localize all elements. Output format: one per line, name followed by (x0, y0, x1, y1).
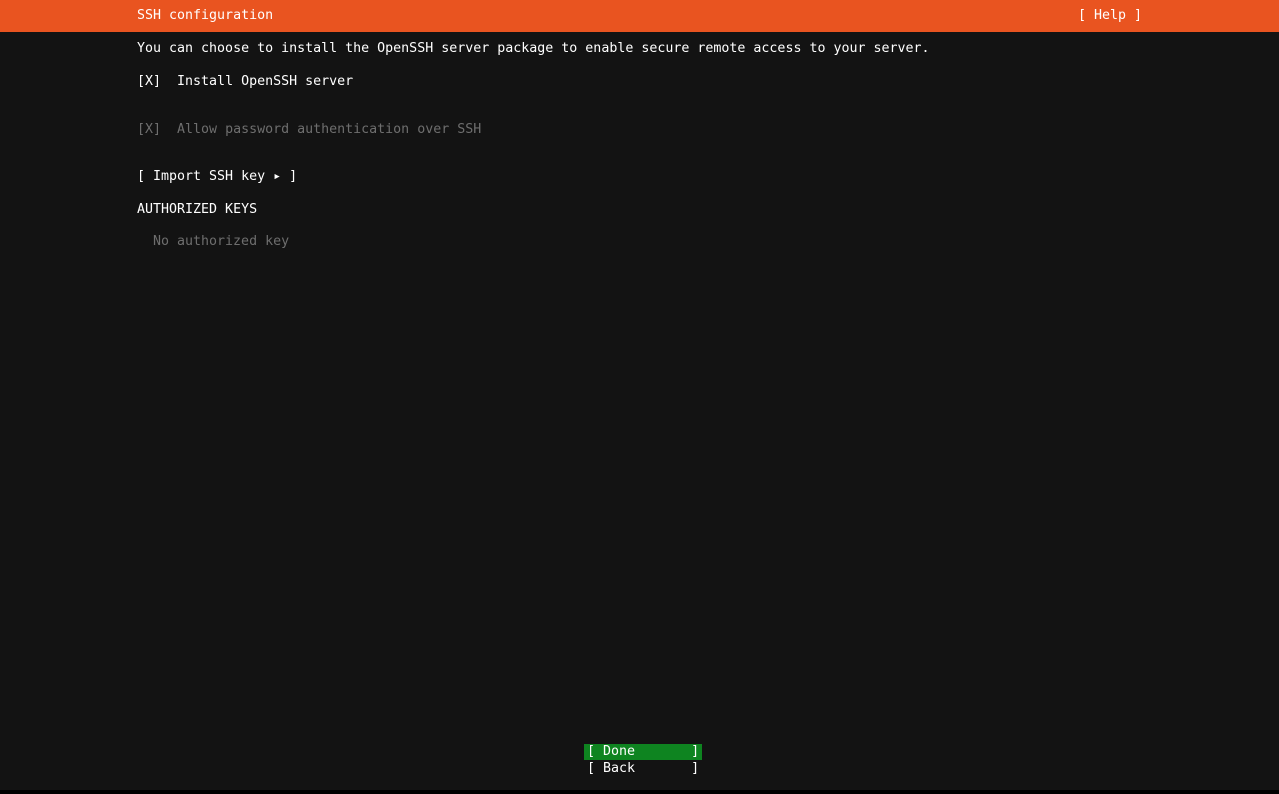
install-openssh-checkbox[interactable]: [X] Install OpenSSH server (137, 74, 353, 90)
help-button[interactable]: [ Help ] (1078, 8, 1142, 24)
authorized-keys-heading: AUTHORIZED KEYS (137, 202, 258, 217)
done-button[interactable]: [ Done ] (584, 744, 703, 760)
allow-password-auth-checkbox: [X] Allow password authentication over S… (137, 122, 481, 138)
install-openssh-label: Install OpenSSH server (177, 74, 354, 89)
footer-buttons: [ Done ] [ Back ] (584, 744, 703, 777)
app-background (0, 0, 1279, 790)
header-bar: SSH configuration [ Help ] (0, 0, 1279, 32)
checkbox-checked-mark: [X] (137, 122, 162, 137)
no-authorized-key-text: No authorized key (153, 234, 290, 249)
page-title: SSH configuration (137, 8, 274, 23)
allow-password-auth-label: Allow password authentication over SSH (177, 122, 482, 137)
back-button[interactable]: [ Back ] (584, 761, 702, 777)
import-ssh-key-button[interactable]: [ Import SSH key ▸ ] (137, 169, 297, 185)
installer-screen: SSH configuration [ Help ] You can choos… (0, 0, 1279, 794)
checkbox-checked-mark: [X] (137, 74, 162, 89)
intro-text: You can choose to install the OpenSSH se… (137, 41, 930, 56)
